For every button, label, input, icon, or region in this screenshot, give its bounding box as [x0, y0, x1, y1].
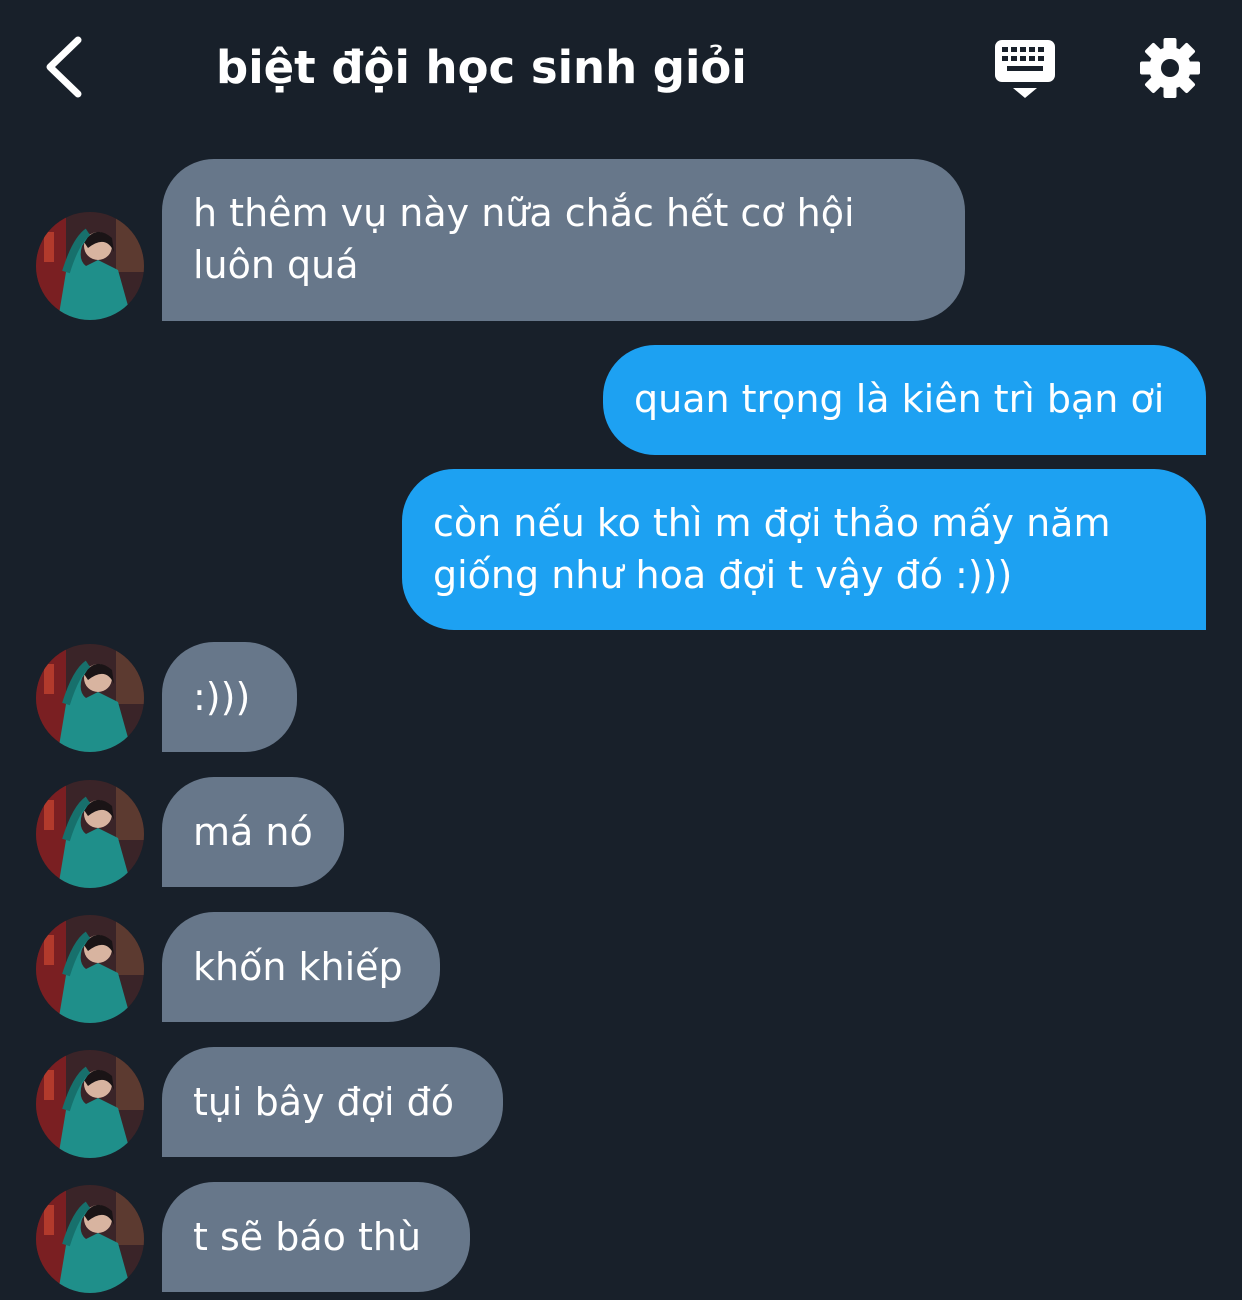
message-text-line: khốn khiếp	[193, 945, 403, 989]
message-text-line: quan trọng là kiên trì bạn ơi	[634, 377, 1165, 421]
sender-avatar[interactable]	[36, 780, 144, 888]
incoming-message[interactable]: má nó	[162, 777, 344, 887]
incoming-message[interactable]: tụi bây đợi đó	[162, 1047, 503, 1157]
chevron-left-icon	[46, 36, 82, 98]
chat-header: biệt đội học sinh giỏi	[0, 0, 1242, 130]
incoming-message[interactable]: khốn khiếp	[162, 912, 440, 1022]
message-text-line: h thêm vụ này nữa chắc hết cơ hội	[193, 191, 855, 235]
message-text-line: t sẽ báo thù	[193, 1215, 422, 1259]
outgoing-message[interactable]: quan trọng là kiên trì bạn ơi	[603, 345, 1206, 455]
message-text-line: má nó	[193, 810, 313, 854]
message-text-line: tụi bây đợi đó	[193, 1080, 454, 1124]
avatar-photo	[36, 915, 144, 1023]
sender-avatar[interactable]	[36, 915, 144, 1023]
sender-avatar[interactable]	[36, 1050, 144, 1158]
sender-avatar[interactable]	[36, 644, 144, 752]
sender-avatar[interactable]	[36, 1185, 144, 1293]
incoming-message[interactable]: h thêm vụ này nữa chắc hết cơ hội luôn q…	[162, 159, 965, 321]
sender-avatar[interactable]	[36, 212, 144, 320]
avatar-photo	[36, 1050, 144, 1158]
avatar-photo	[36, 1185, 144, 1293]
avatar-photo	[36, 644, 144, 752]
avatar-photo	[36, 780, 144, 888]
back-button[interactable]	[40, 30, 100, 104]
keyboard-icon	[995, 40, 1055, 98]
message-text-line: còn nếu ko thì m đợi thảo mấy năm	[433, 501, 1111, 545]
message-text-line: luôn quá	[193, 243, 359, 287]
outgoing-message[interactable]: còn nếu ko thì m đợi thảo mấy năm giống …	[402, 469, 1206, 630]
settings-button[interactable]	[1138, 36, 1202, 100]
message-text-line: giống như hoa đợi t vậy đó :)))	[433, 553, 1013, 597]
keyboard-button[interactable]	[992, 38, 1058, 102]
incoming-message[interactable]: t sẽ báo thù	[162, 1182, 470, 1292]
gear-icon	[1140, 38, 1200, 98]
incoming-message[interactable]: :)))	[162, 642, 297, 752]
avatar-photo	[36, 212, 144, 320]
message-text-line: :)))	[193, 675, 251, 719]
chat-title: biệt đội học sinh giỏi	[216, 41, 747, 94]
